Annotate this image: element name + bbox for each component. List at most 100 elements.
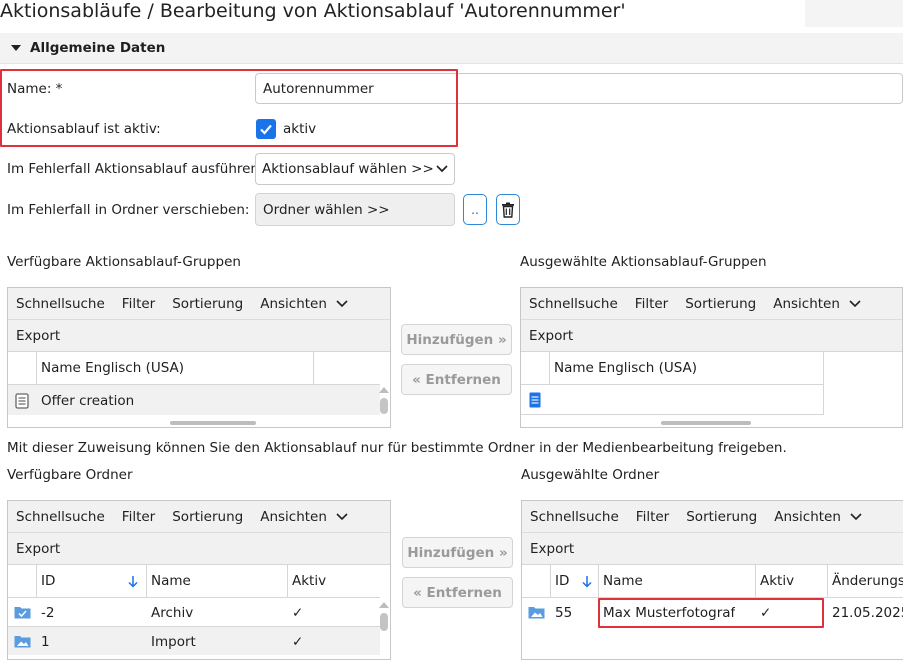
vertical-scrollbar[interactable] [378,597,390,659]
folder-changed-cell: 21.05.2025 [832,605,903,621]
sort-button[interactable]: Sortierung [685,296,756,312]
chevron-down-icon[interactable] [336,512,348,521]
folders-add-button[interactable]: Hinzufügen » [402,537,513,568]
scroll-thumb[interactable] [380,613,388,631]
error-folder-value: Ordner wählen >> [263,201,390,218]
filter-button[interactable]: Filter [636,509,669,525]
selected-groups-panel: Schnellsuche Filter Sortierung Ansichten… [520,287,903,428]
error-folder-label: Im Fehlerfall in Ordner verschieben: [7,202,250,218]
table-row[interactable]: Offer creation [8,384,380,415]
scroll-up-icon[interactable] [379,602,389,608]
active-checkbox[interactable] [256,119,276,139]
folders-remove-button[interactable]: « Entfernen [402,577,513,608]
table-row[interactable]: 55 Max Musterfotograf ✓ 21.05.2025 [522,597,903,627]
browse-label: .. [471,202,479,217]
chevron-down-icon[interactable] [850,512,862,521]
column-header-name[interactable]: Name [599,565,756,597]
groups-remove-button[interactable]: « Entfernen [401,364,512,395]
folder-id-cell: 1 [41,633,50,650]
table-row[interactable]: 1 Import ✓ [8,626,380,655]
horizontal-scroll-thumb[interactable] [170,421,256,425]
groups-export-bar: Export [8,320,390,352]
error-flow-label: Im Fehlerfall Aktionsablauf ausführen: [7,161,264,177]
views-button[interactable]: Ansichten [773,296,840,312]
column-header-active[interactable]: Aktiv [756,565,828,597]
column-header-id[interactable]: ID [37,565,147,597]
views-button[interactable]: Ansichten [260,296,327,312]
column-header-active[interactable]: Aktiv [288,565,390,597]
export-button[interactable]: Export [16,328,60,344]
folder-name-cell: Import [151,633,196,650]
sort-button[interactable]: Sortierung [172,509,243,525]
section-label: Allgemeine Daten [30,40,166,56]
column-header-id[interactable]: ID [551,565,599,597]
section-general-data[interactable]: Allgemeine Daten [0,33,903,64]
browse-folder-button[interactable]: .. [463,194,487,225]
export-button[interactable]: Export [530,541,574,557]
filter-button[interactable]: Filter [122,509,155,525]
sort-button[interactable]: Sortierung [686,509,757,525]
group-name-cell: Offer creation [41,392,135,409]
column-header-empty [314,352,390,384]
table-row[interactable]: -2 Archiv ✓ [8,597,380,626]
document-icon [15,393,29,409]
document-blue-icon [529,392,541,408]
filter-button[interactable]: Filter [122,296,155,312]
folder-image-icon [14,636,31,648]
available-groups-panel: Schnellsuche Filter Sortierung Ansichten… [7,287,391,428]
available-groups-title: Verfügbare Aktionsablauf-Gruppen [7,254,241,270]
selected-folders-toolbar: Schnellsuche Filter Sortierung Ansichten [522,501,903,533]
groups-add-button[interactable]: Hinzufügen » [401,324,512,355]
icon-column-header [8,565,37,597]
folder-active-cell: ✓ [760,605,772,621]
folders-toolbar: Schnellsuche Filter Sortierung Ansichten [8,501,390,533]
icon-column-header [8,352,37,384]
vertical-scrollbar[interactable] [378,384,390,417]
column-header-name[interactable]: Name Englisch (USA) [550,352,824,384]
folder-check-icon [14,607,31,619]
error-folder-field[interactable]: Ordner wählen >> [255,193,455,226]
scroll-thumb[interactable] [380,398,388,414]
collapse-triangle-icon[interactable] [11,45,21,51]
selected-groups-export-bar: Export [521,320,902,352]
name-input[interactable] [255,73,903,104]
export-button[interactable]: Export [529,328,573,344]
quicksearch-button[interactable]: Schnellsuche [16,296,105,312]
active-label: Aktionsablauf ist aktiv: [7,121,161,137]
header-area [805,0,903,27]
folder-name-cell: Max Musterfotograf [603,605,736,621]
views-button[interactable]: Ansichten [260,509,327,525]
export-button[interactable]: Export [16,541,60,557]
horizontal-scroll-thumb[interactable] [661,421,751,425]
quicksearch-button[interactable]: Schnellsuche [529,296,618,312]
sort-button[interactable]: Sortierung [172,296,243,312]
filter-button[interactable]: Filter [635,296,668,312]
folder-image-icon [528,607,545,619]
trash-icon [502,202,514,218]
column-header-changed[interactable]: Änderungsdatum [828,565,903,597]
available-folders-title: Verfügbare Ordner [7,467,133,483]
selected-folders-title: Ausgewählte Ordner [521,467,660,483]
column-header-name[interactable]: Name [147,565,288,597]
error-flow-select[interactable]: Aktionsablauf wählen >> [255,153,455,185]
quicksearch-button[interactable]: Schnellsuche [16,509,105,525]
column-id-label: ID [41,573,56,589]
column-header-name[interactable]: Name Englisch (USA) [37,352,314,384]
folder-active-cell: ✓ [292,633,304,650]
views-button[interactable]: Ansichten [774,509,841,525]
folder-id-cell: -2 [41,604,55,621]
sort-arrow-down-icon[interactable] [128,575,138,588]
chevron-down-icon[interactable] [336,299,348,308]
column-header-empty [824,352,902,384]
quicksearch-button[interactable]: Schnellsuche [530,509,619,525]
scroll-up-icon[interactable] [379,387,389,393]
selected-groups-toolbar: Schnellsuche Filter Sortierung Ansichten [521,288,902,320]
page-title: Aktionsabläufe / Bearbeitung von Aktions… [0,0,626,22]
available-folders-panel: Schnellsuche Filter Sortierung Ansichten… [7,500,391,660]
delete-folder-button[interactable] [496,194,520,225]
check-icon [260,124,272,135]
chevron-down-icon[interactable] [849,299,861,308]
folder-name-cell: Archiv [151,604,194,621]
sort-arrow-down-icon[interactable] [582,575,592,588]
chevron-down-icon [436,165,448,173]
